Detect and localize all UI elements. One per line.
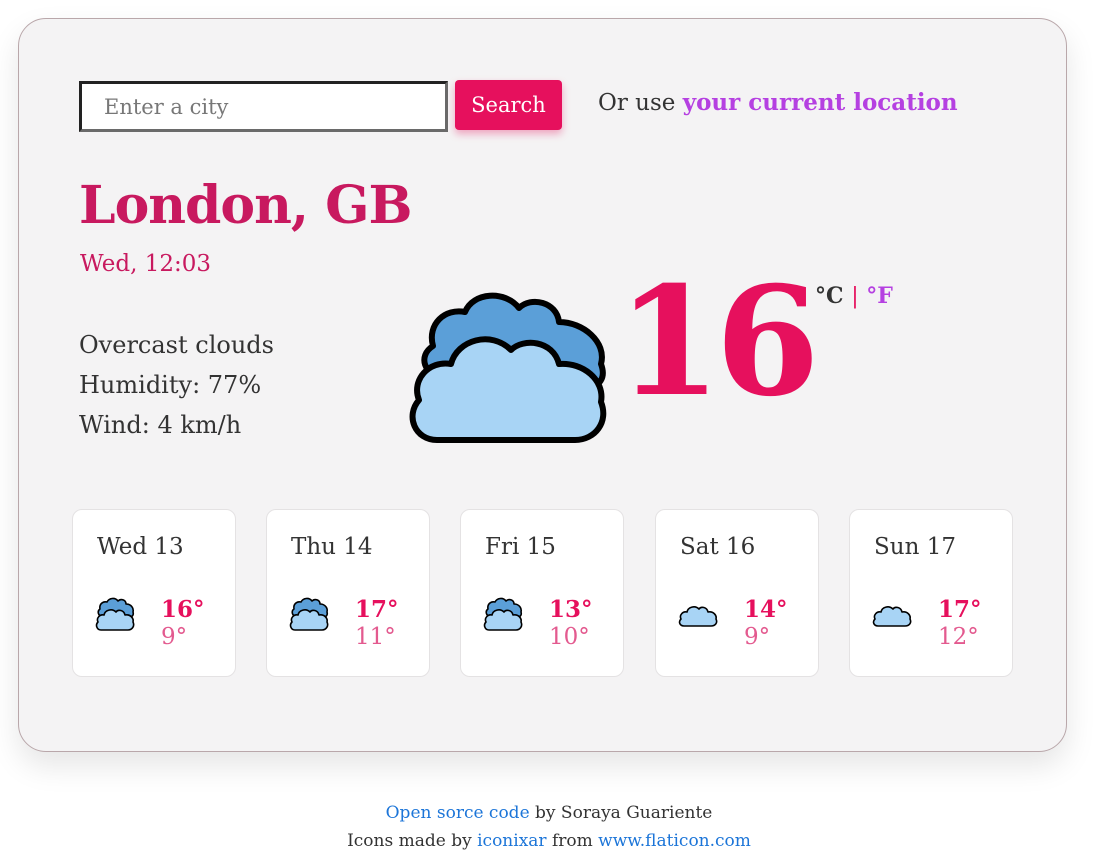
cloud-icon (678, 596, 718, 632)
forecast-day-name: Sat 16 (680, 534, 756, 560)
forecast-min-temp: 9° (744, 624, 771, 650)
search-form: Search Or use your current location (79, 80, 1009, 132)
forecast-day-name: Thu 14 (291, 534, 373, 560)
weather-card: Search Or use your current location Lond… (18, 18, 1067, 752)
author-text: by Soraya Guariente (535, 803, 713, 823)
forecast-max-temp: 14° (744, 596, 788, 623)
weather-description: Overcast clouds (79, 331, 274, 359)
forecast-list: Wed 13 16° 9° Thu 14 17° 11° Fri 15 13° … (72, 509, 1014, 677)
broken-clouds-icon (407, 284, 612, 449)
fahrenheit-link[interactable]: °F (866, 283, 893, 309)
forecast-day: Wed 13 16° 9° (72, 509, 236, 677)
forecast-day-name: Wed 13 (97, 534, 184, 560)
forecast-min-temp: 10° (549, 624, 590, 650)
forecast-max-temp: 17° (355, 596, 399, 623)
weather-details: Overcast clouds Humidity: 77% Wind: 4 km… (79, 325, 274, 445)
forecast-day: Fri 15 13° 10° (460, 509, 624, 677)
city-name: London, GB (79, 175, 412, 236)
footer-credit-line: Open sorce code by Soraya Guariente (0, 799, 1098, 827)
celsius-unit: °C (815, 283, 844, 309)
humidity-value: Humidity: 77% (79, 371, 262, 399)
forecast-min-temp: 12° (938, 624, 979, 650)
forecast-day: Sun 17 17° 12° (849, 509, 1013, 677)
broken-clouds-icon (483, 596, 523, 632)
broken-clouds-icon (289, 596, 329, 632)
forecast-max-temp: 13° (549, 596, 593, 623)
search-button[interactable]: Search (455, 80, 562, 130)
forecast-min-temp: 9° (161, 624, 188, 650)
current-location-link[interactable]: your current location (683, 89, 958, 116)
location-prefix-text: Or use (598, 90, 676, 116)
footer: Open sorce code by Soraya Guariente Icon… (0, 799, 1098, 855)
unit-separator: | (851, 284, 859, 309)
current-location-prompt: Or use your current location (598, 89, 958, 116)
flaticon-link[interactable]: www.flaticon.com (598, 831, 751, 851)
forecast-max-temp: 17° (938, 596, 982, 623)
forecast-max-temp: 16° (161, 596, 205, 623)
forecast-min-temp: 11° (355, 624, 396, 650)
forecast-day-name: Fri 15 (485, 534, 556, 560)
icon-author-link[interactable]: iconixar (477, 831, 546, 851)
broken-clouds-icon (95, 596, 135, 632)
forecast-day-name: Sun 17 (874, 534, 956, 560)
unit-toggle: °C | °F (815, 283, 893, 309)
cloud-icon (872, 596, 912, 632)
current-datetime: Wed, 12:03 (80, 251, 212, 277)
footer-icons-line: Icons made by iconixar from www.flaticon… (0, 827, 1098, 855)
wind-value: Wind: 4 km/h (79, 411, 242, 439)
current-temperature: 16 (617, 254, 820, 430)
forecast-day: Thu 14 17° 11° (266, 509, 430, 677)
icons-from-text: from (551, 831, 593, 851)
source-code-link[interactable]: Open sorce code (386, 803, 530, 823)
icons-prefix-text: Icons made by (347, 831, 472, 851)
city-search-input[interactable] (79, 81, 448, 132)
forecast-day: Sat 16 14° 9° (655, 509, 819, 677)
